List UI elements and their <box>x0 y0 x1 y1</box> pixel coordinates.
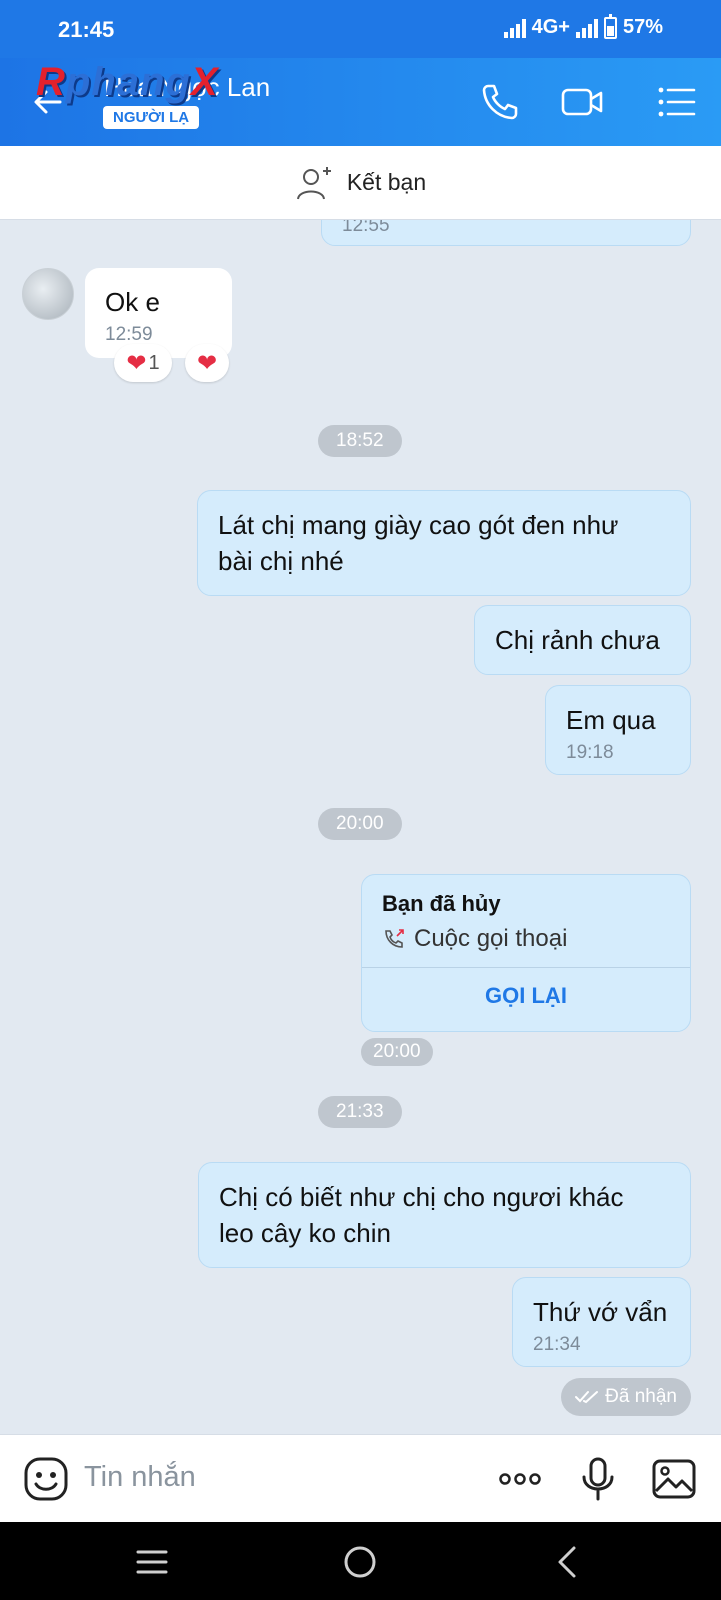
message-line: leo cây ko chin <box>219 1218 391 1248</box>
call-title: Bạn đã hủy <box>382 891 501 916</box>
time-separator: 18:52 <box>318 425 402 457</box>
message-bubble-mine[interactable]: Chị có biết như chị cho ngươi khác leo c… <box>198 1162 691 1268</box>
signal-icon-2 <box>575 18 598 38</box>
message-text: Ok e <box>105 287 160 317</box>
more-options-icon[interactable] <box>496 1455 544 1503</box>
double-check-icon <box>575 1391 599 1404</box>
stranger-badge: NGƯỜI LẠ <box>103 106 200 129</box>
message-bubble-mine[interactable]: Em qua 19:18 <box>545 685 691 775</box>
network-type: 4G+ <box>531 16 570 38</box>
contact-avatar[interactable] <box>22 268 74 320</box>
message-text: Thứ vớ vẩn <box>533 1297 668 1327</box>
system-nav-bar <box>0 1522 721 1600</box>
message-line: bài chị nhé <box>218 546 344 576</box>
add-friend-button[interactable]: Kết bạn <box>0 146 721 220</box>
status-indicators: 4G+ 57% <box>503 13 663 39</box>
home-icon[interactable] <box>340 1542 380 1582</box>
heart-icon: ❤ <box>196 349 218 377</box>
time-separator: 21:33 <box>318 1096 402 1128</box>
add-friend-label: Kết bạn <box>346 169 427 195</box>
message-time: 12:55 <box>342 220 390 236</box>
emoji-sticker-icon[interactable] <box>22 1455 70 1503</box>
reaction-count: 1 <box>148 351 160 374</box>
delivery-status-label: Đã nhận <box>605 1386 677 1407</box>
signal-icon <box>503 18 526 38</box>
time-separator: 20:00 <box>318 808 402 840</box>
call-subtitle: Cuộc gọi thoại <box>414 925 568 952</box>
message-bubble-mine[interactable]: 12:55 <box>321 220 691 246</box>
call-subtitle-row: Cuộc gọi thoại <box>382 925 567 953</box>
message-input-bar: Tin nhắn <box>0 1434 721 1522</box>
chat-header: Hoa Ngọc Lan RphangX NGƯỜI LẠ <box>0 58 721 146</box>
message-time: 21:34 <box>533 1334 581 1355</box>
missed-call-icon <box>385 929 404 948</box>
microphone-icon[interactable] <box>574 1455 622 1503</box>
heart-icon: ❤ <box>126 349 147 377</box>
message-bubble-mine[interactable]: Thứ vớ vẩn 21:34 <box>512 1277 691 1367</box>
message-input[interactable]: Tin nhắn <box>84 1461 196 1494</box>
phone-call-icon[interactable] <box>478 80 522 124</box>
call-card-divider <box>362 967 690 968</box>
video-call-icon[interactable] <box>560 80 604 124</box>
message-time: 19:18 <box>566 742 614 763</box>
chat-messages[interactable]: 12:55 Ok e 12:59 ❤ 1 ❤ 18:52 Lát chị mang… <box>0 220 721 1434</box>
image-gallery-icon[interactable] <box>650 1455 698 1503</box>
add-user-icon <box>296 166 331 199</box>
status-bar: 21:45 4G+ 57% <box>0 0 721 58</box>
battery-level: 57% <box>622 16 663 38</box>
message-bubble-mine[interactable]: Lát chị mang giày cao gót đen như bài ch… <box>197 490 691 596</box>
message-text: Chị rảnh chưa <box>495 625 660 655</box>
delivery-status: Đã nhận <box>561 1378 691 1416</box>
message-line: Lát chị mang giày cao gót đen như <box>218 510 619 540</box>
message-text: Em qua <box>566 705 656 735</box>
message-line: Chị có biết như chị cho ngươi khác <box>219 1182 624 1212</box>
reaction-summary[interactable]: ❤ 1 <box>114 344 172 382</box>
battery-icon <box>603 13 617 39</box>
call-card: Bạn đã hủy Cuộc gọi thoại GỌI LẠI <box>361 874 691 1032</box>
system-back-icon[interactable] <box>548 1542 588 1582</box>
call-back-button[interactable]: GỌI LẠI <box>362 983 690 1009</box>
status-time: 21:45 <box>58 17 115 42</box>
menu-list-icon[interactable] <box>654 80 698 124</box>
message-bubble-mine[interactable]: Chị rảnh chưa <box>474 605 691 675</box>
call-time: 20:00 <box>361 1038 433 1066</box>
react-heart-button[interactable]: ❤ <box>185 344 229 382</box>
recent-apps-icon[interactable] <box>132 1542 172 1582</box>
watermark-logo: RphangX <box>36 60 219 104</box>
